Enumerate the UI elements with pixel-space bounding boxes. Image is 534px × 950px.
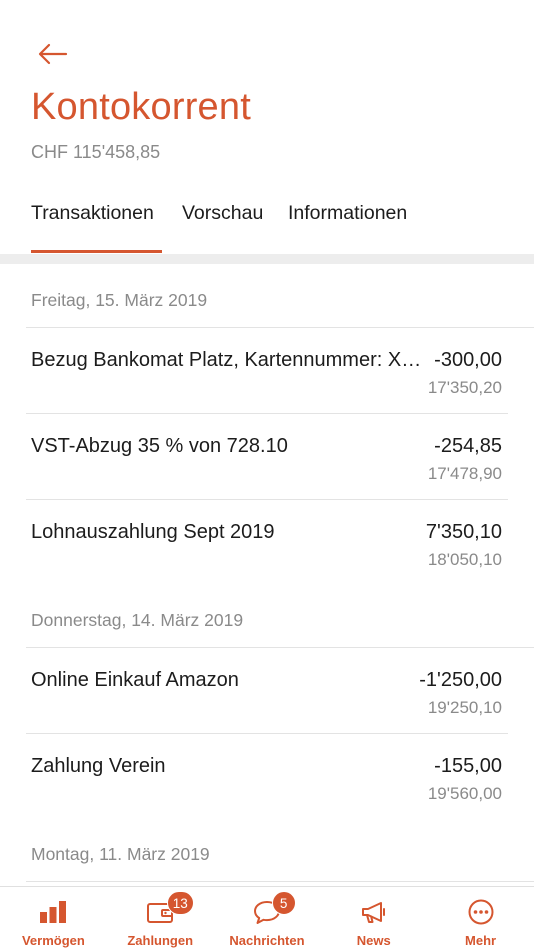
tab-vorschau[interactable]: Vorschau (182, 202, 263, 225)
page-title: Kontokorrent (31, 86, 251, 128)
transaction-row[interactable]: VST-Abzug 35 % von 728.10 -254,85 17'478… (0, 414, 534, 500)
tab-informationen[interactable]: Informationen (288, 202, 407, 225)
running-balance: 19'250,10 (427, 698, 502, 717)
transaction-description: Online Einkauf Amazon (31, 669, 239, 691)
date-header: Freitag, 15. März 2019 (0, 264, 534, 328)
transaction-row[interactable]: Bezug Bankomat Platz, Kartennummer: XXXX… (0, 328, 534, 414)
transaction-description: VST-Abzug 35 % von 728.10 (31, 435, 288, 457)
megaphone-icon (361, 902, 385, 923)
nav-item-vermoegen[interactable]: Vermögen (0, 887, 107, 950)
date-label: Donnerstag, 14. März 2019 (31, 610, 244, 630)
section-separator (0, 254, 534, 264)
nav-label: Nachrichten (229, 933, 305, 948)
bottom-navigation: Vermögen 13 Zahlungen 5 Nachrichten News (0, 886, 534, 950)
transaction-description: Lohnauszahlung Sept 2019 (31, 521, 275, 543)
transaction-row[interactable]: Lohnauszahlung Sept 2019 7'350,10 18'050… (0, 500, 534, 586)
nav-label: Mehr (465, 933, 497, 948)
nav-label: Zahlungen (127, 933, 194, 948)
date-label: Freitag, 15. März 2019 (31, 290, 208, 310)
transaction-amount: -254,85 (434, 435, 502, 457)
transaction-description: Zahlung Verein (31, 755, 166, 777)
nav-label: News (356, 933, 391, 948)
nav-item-nachrichten[interactable]: 5 Nachrichten (214, 887, 321, 950)
back-button[interactable] (30, 36, 76, 72)
running-balance: 18'050,10 (427, 550, 502, 569)
header: Kontokorrent CHF 115'458,85 Transaktione… (0, 0, 534, 254)
notification-badge: 5 (271, 891, 296, 915)
running-balance: 19'560,00 (427, 784, 502, 803)
arrow-left-icon (38, 43, 68, 65)
tab-transaktionen[interactable]: Transaktionen (31, 202, 154, 225)
account-balance: CHF 115'458,85 (31, 142, 161, 162)
nav-label: Vermögen (21, 933, 85, 948)
nav-item-zahlungen[interactable]: 13 Zahlungen (107, 887, 214, 950)
more-icon (468, 899, 494, 925)
transaction-amount: -1'250,00 (419, 669, 502, 691)
transaction-amount: -155,00 (434, 755, 502, 777)
date-header: Donnerstag, 14. März 2019 (0, 584, 534, 648)
running-balance: 17'350,20 (427, 378, 502, 397)
transaction-row[interactable]: Online Einkauf Amazon -1'250,00 19'250,1… (0, 648, 534, 734)
date-header: Montag, 11. März 2019 (0, 818, 534, 882)
transaction-amount: 7'350,10 (425, 521, 502, 543)
active-tab-indicator (31, 250, 162, 253)
transaction-amount: -300,00 (434, 349, 502, 371)
transaction-description: Bezug Bankomat Platz, Kartennummer: XXXX (31, 349, 429, 371)
running-balance: 17'478,90 (427, 464, 502, 483)
tab-bar: Transaktionen Vorschau Informationen (0, 196, 534, 254)
notification-badge: 13 (166, 891, 194, 915)
divider (26, 881, 534, 882)
transaction-list[interactable]: Freitag, 15. März 2019 Bezug Bankomat Pl… (0, 264, 534, 886)
bar-chart-icon (40, 901, 67, 923)
transaction-row[interactable]: Zahlung Verein -155,00 19'560,00 (0, 734, 534, 820)
nav-item-mehr[interactable]: Mehr (427, 887, 534, 950)
date-label: Montag, 11. März 2019 (31, 844, 210, 864)
nav-item-news[interactable]: News (320, 887, 427, 950)
